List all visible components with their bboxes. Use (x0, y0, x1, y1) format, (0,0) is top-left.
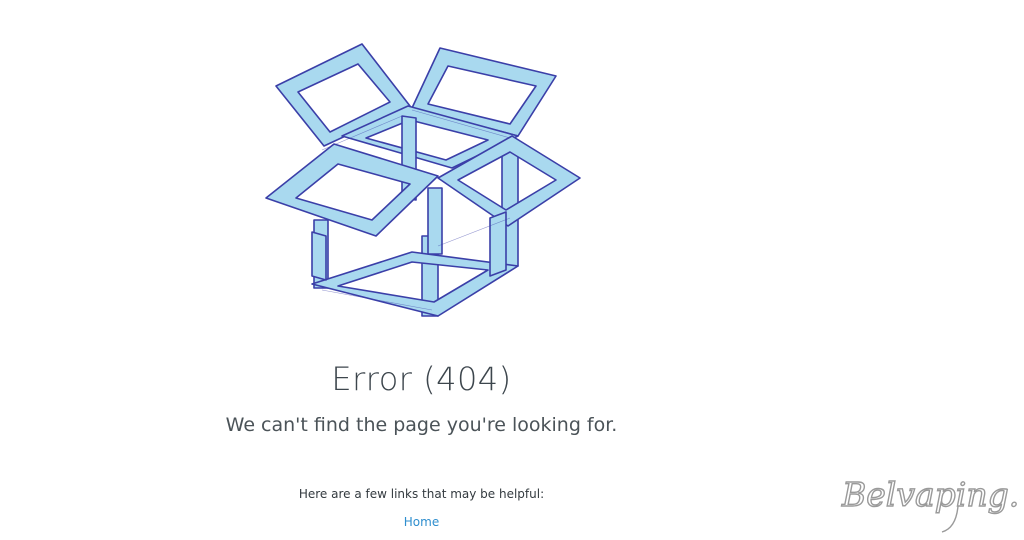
helpful-links-intro: Here are a few links that may be helpful… (298, 487, 545, 501)
home-link[interactable]: Home (404, 515, 439, 529)
helpful-links-list: Home (0, 515, 843, 529)
svg-text:Belvaping.com: Belvaping.com (841, 475, 1020, 514)
watermark-logo: Belvaping.com (840, 474, 1020, 533)
error-message: We can't find the page you're looking fo… (225, 414, 618, 436)
impossible-box-illustration (265, 43, 581, 317)
error-page: Error (404) We can't find the page you'r… (0, 0, 1024, 540)
page-title: Error (404) (331, 360, 512, 398)
